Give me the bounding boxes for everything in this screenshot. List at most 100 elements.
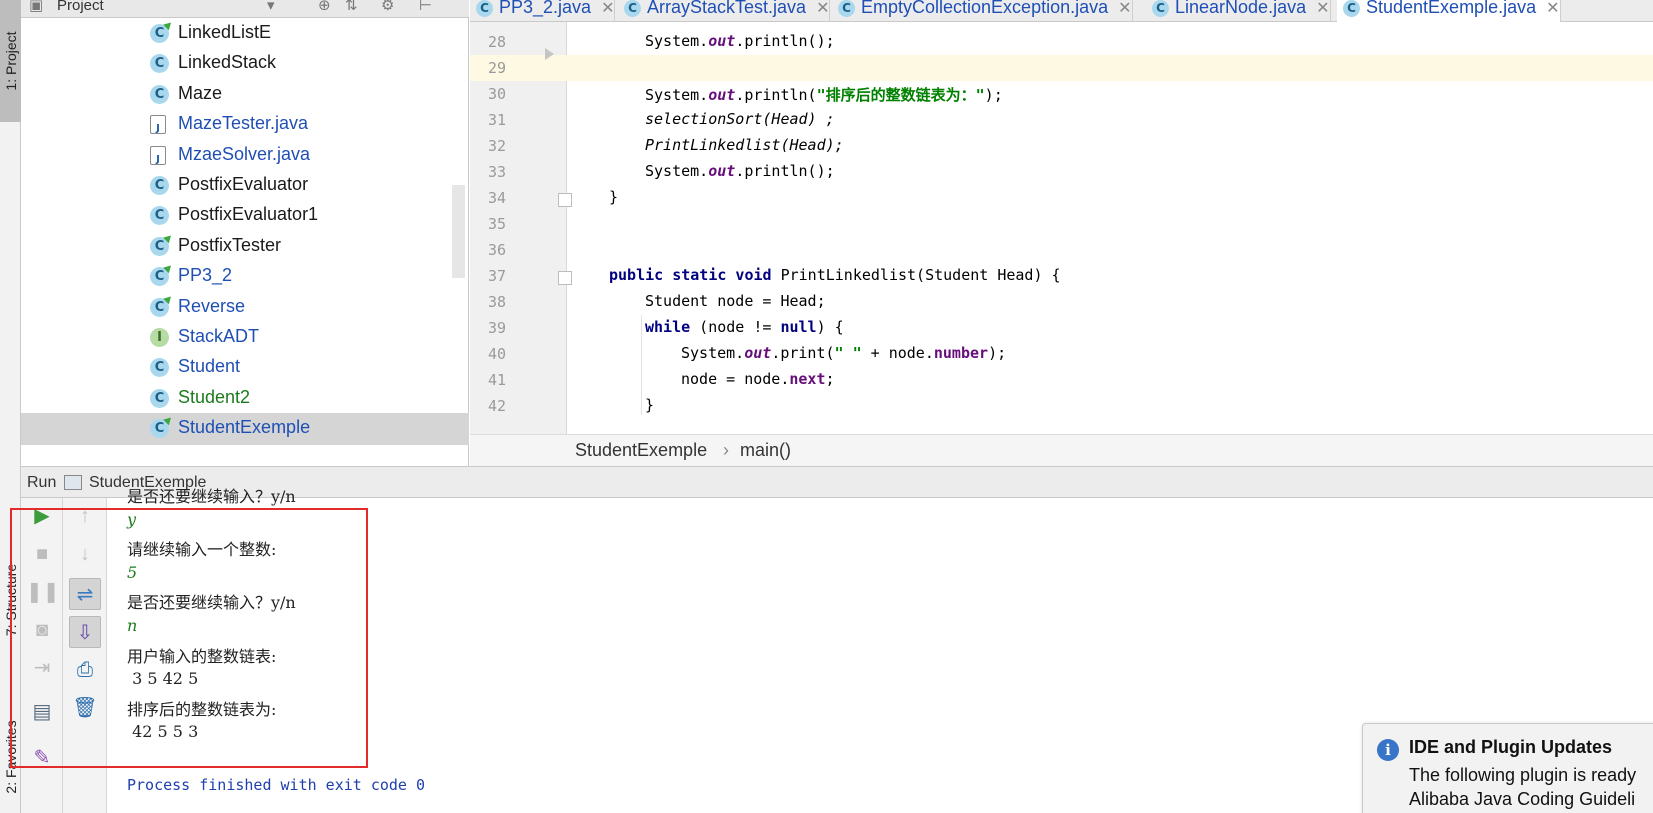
close-icon[interactable]: ✕ xyxy=(601,0,614,17)
editor-tab-label: LinearNode.java xyxy=(1175,0,1307,17)
code-line-33: System.out.println(); xyxy=(645,162,835,180)
collapse-all-icon[interactable]: ⇅ xyxy=(345,0,358,14)
class-file-icon: C xyxy=(838,0,855,17)
tool-tab-project[interactable]: 1: Project xyxy=(0,0,21,122)
code-line-41: node = node.next; xyxy=(681,370,835,388)
class-icon: C xyxy=(150,176,169,195)
class-file-icon: C xyxy=(1343,0,1360,17)
gear-icon[interactable]: ⚙ xyxy=(381,0,394,14)
tree-item[interactable]: I StackADT xyxy=(21,322,469,354)
class-file-icon: C xyxy=(624,0,641,17)
line-number: 39 xyxy=(487,319,506,337)
tree-item-label: PP3_2 xyxy=(178,265,233,286)
line-number: 32 xyxy=(487,137,506,155)
line-number: 34 xyxy=(487,189,506,207)
class-icon: C xyxy=(150,358,169,378)
hide-panel-icon[interactable]: ⊢ xyxy=(419,0,432,14)
editor-tabs: C PP3_2.java ✕ C ArrayStackTest.java ✕ C EmptyC… xyxy=(470,0,1653,22)
line-number: 42 xyxy=(487,397,506,415)
tree-item-label: Student xyxy=(178,356,241,377)
tree-item[interactable]: C StudentExemple xyxy=(21,413,469,446)
tree-item[interactable]: C Student2 xyxy=(21,383,469,415)
code-line-39: while (node != null) { xyxy=(645,318,844,336)
editor-tab[interactable]: C LinearNode.java ✕ xyxy=(1146,0,1331,22)
line-number: 28 xyxy=(487,33,506,51)
tree-item-label: MzaeSolver.java xyxy=(178,143,311,164)
close-icon[interactable]: ✕ xyxy=(816,0,829,17)
project-scrollbar[interactable] xyxy=(452,185,465,278)
line-number: 29 xyxy=(487,59,506,77)
code-line-32: PrintLinkedlist(Head); xyxy=(645,136,844,154)
run-panel-label: Run xyxy=(27,474,57,491)
run-config-icon xyxy=(64,475,82,490)
fold-marker-method[interactable] xyxy=(558,271,572,285)
indent-guide xyxy=(641,315,642,415)
close-icon[interactable]: ✕ xyxy=(1118,0,1131,17)
notification-line-2: Alibaba Java Coding Guideli xyxy=(1409,789,1636,809)
tree-item-label: StackADT xyxy=(178,326,260,346)
tree-item-label: PostfixEvaluator1 xyxy=(178,204,319,225)
project-panel: ▣ Project ▾ ⊕ ⇅ ⚙ ⊢ C LinkedListE C LinkedS… xyxy=(21,0,469,466)
code-line-30: System.out.println("排序后的整数链表为："); xyxy=(645,86,1003,104)
editor-tab[interactable]: C EmptyCollectionException.java ✕ xyxy=(832,0,1133,22)
line-number: 40 xyxy=(487,345,506,363)
update-notification[interactable]: i IDE and Plugin Updates The following p… xyxy=(1362,723,1653,813)
editor-tab[interactable]: C ArrayStackTest.java ✕ xyxy=(618,0,831,22)
breadcrumb-class[interactable]: StudentExemple xyxy=(575,440,707,461)
breadcrumb-method[interactable]: main() xyxy=(740,440,791,461)
tree-item-label: LinkedStack xyxy=(178,52,277,73)
line-number: 36 xyxy=(487,241,506,259)
editor-tab-label: PP3_2.java xyxy=(499,0,592,17)
code-line-40: System.out.print(" " + node.number); xyxy=(681,344,1007,362)
console-line: 是否还要继续输入？y/n xyxy=(127,487,296,506)
view-dropdown-icon[interactable]: ▾ xyxy=(267,0,275,14)
code-string-sorted: "排序后的整数链表为：" xyxy=(816,86,985,104)
tree-item-label: MazeTester.java xyxy=(178,113,309,134)
line-number: 38 xyxy=(487,293,506,311)
line-number: 35 xyxy=(487,215,506,233)
editor-tab[interactable]: C PP3_2.java ✕ xyxy=(470,0,616,22)
scroll-from-source-icon[interactable]: ⊕ xyxy=(318,0,331,14)
tree-item[interactable]: C Maze xyxy=(21,79,469,111)
code-line-28: System.out.println(); xyxy=(645,32,835,50)
tree-item[interactable]: C LinkedListE xyxy=(21,18,469,50)
class-run-icon: C xyxy=(150,419,169,439)
interface-icon: I xyxy=(150,328,169,347)
line-number: 37 xyxy=(487,267,506,285)
tree-item[interactable]: C LinkedStack xyxy=(21,48,469,80)
editor-tab-label: StudentExemple.java xyxy=(1366,0,1537,17)
class-run-icon: C xyxy=(150,236,169,256)
line-number: 30 xyxy=(487,85,506,103)
notification-title: IDE and Plugin Updates xyxy=(1409,737,1613,757)
tree-item-label: PostfixTester xyxy=(178,234,282,255)
tree-item-label: Student2 xyxy=(178,386,251,407)
info-icon: i xyxy=(1377,739,1399,761)
line-number: 33 xyxy=(487,163,506,181)
tree-item[interactable]: C PP3_2 xyxy=(21,261,469,293)
code-string-space: " " xyxy=(834,344,862,362)
tree-item[interactable]: C PostfixTester xyxy=(21,231,469,263)
code-line-42: } xyxy=(645,396,655,414)
code-line-37: public static void PrintLinkedlist(Stude… xyxy=(609,266,1061,284)
class-icon: C xyxy=(150,388,169,408)
class-icon: C xyxy=(150,84,169,104)
tree-item[interactable]: C PostfixEvaluator1 xyxy=(21,200,469,232)
close-icon[interactable]: ✕ xyxy=(1546,0,1559,17)
current-line-highlight xyxy=(470,55,1653,81)
class-icon: C xyxy=(150,54,169,74)
tree-item[interactable]: J MazeTester.java xyxy=(21,109,469,141)
editor-tab-label: ArrayStackTest.java xyxy=(647,0,807,17)
code-line-31: selectionSort(Head) ; xyxy=(645,110,835,128)
console-line: Process finished with exit code 0 xyxy=(127,775,426,794)
tree-item[interactable]: C Student xyxy=(21,352,469,384)
tree-item[interactable]: C Reverse xyxy=(21,292,469,324)
editor-tab[interactable]: C StudentExemple.java ✕ xyxy=(1337,0,1561,22)
close-icon[interactable]: ✕ xyxy=(1316,0,1329,17)
tool-tab-project-label: 1: Project xyxy=(2,31,19,91)
tree-item-label: Maze xyxy=(178,82,223,103)
fold-marker-end[interactable] xyxy=(558,193,572,207)
line-number: 41 xyxy=(487,371,506,389)
tree-item[interactable]: C PostfixEvaluator xyxy=(21,170,469,202)
tree-item[interactable]: J MzaeSolver.java xyxy=(21,140,469,172)
project-panel-title[interactable]: Project xyxy=(57,0,104,14)
